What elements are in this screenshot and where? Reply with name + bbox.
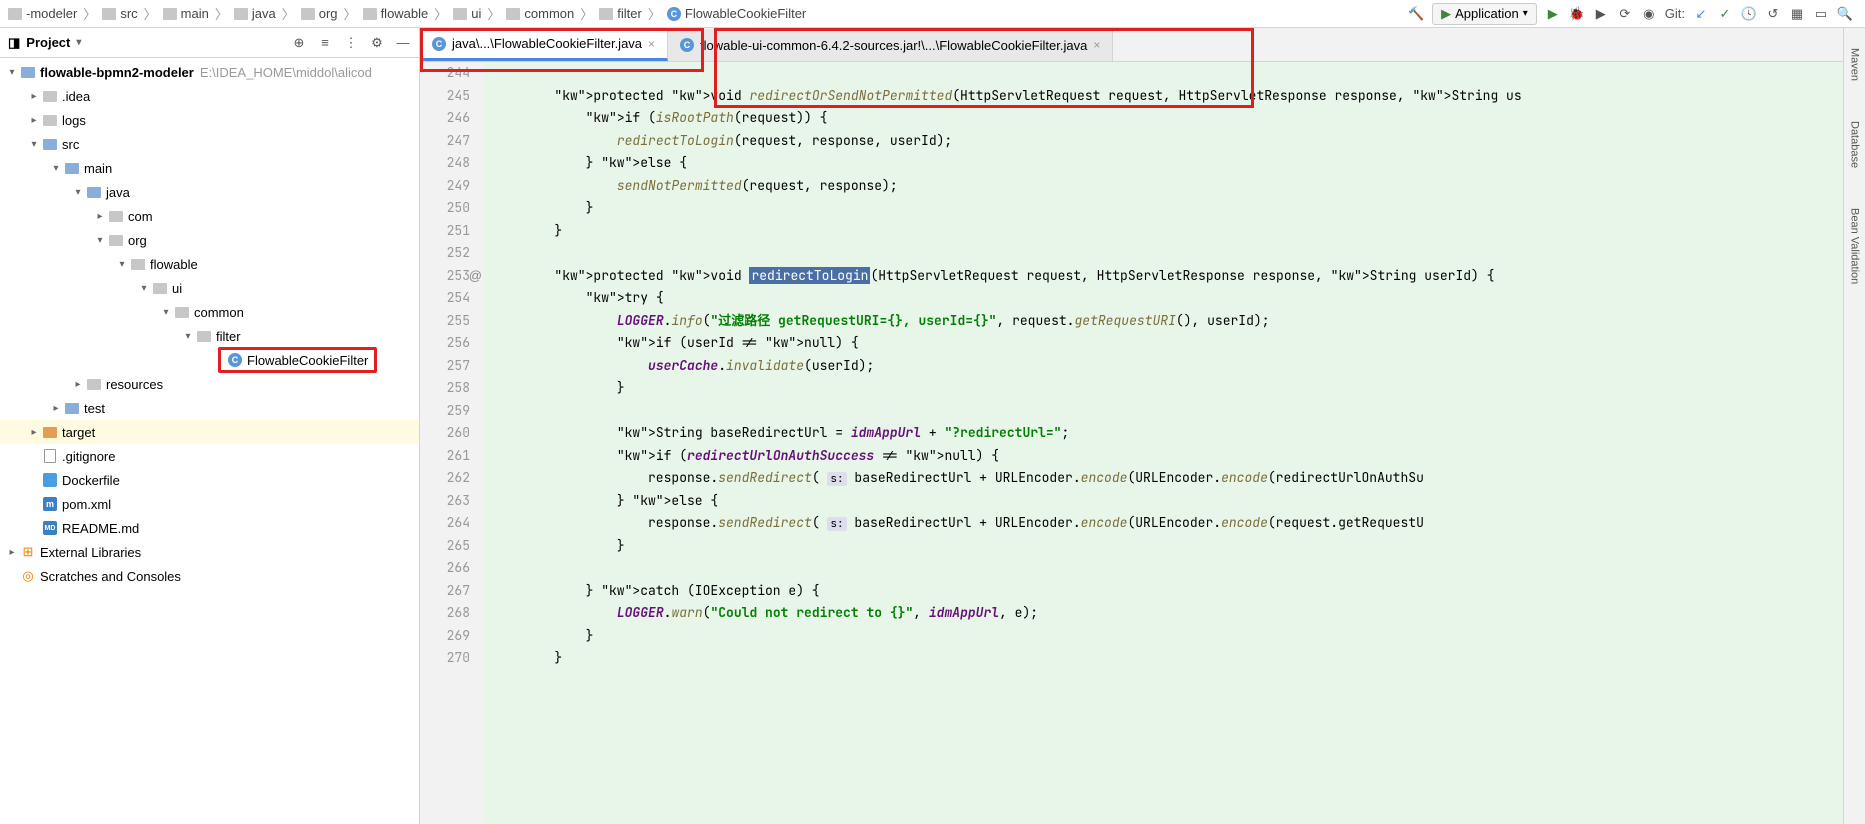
breadcrumb-item[interactable]: org (297, 6, 342, 21)
tree-item[interactable]: ▾common (0, 300, 419, 324)
hide-icon[interactable]: — (395, 35, 411, 51)
editor-tabs: Cjava\...\FlowableCookieFilter.java×Cflo… (420, 28, 1843, 62)
class-icon: C (432, 37, 446, 51)
git-label: Git: (1665, 6, 1685, 21)
git-history-icon[interactable]: 🕓 (1741, 6, 1757, 22)
debug-icon[interactable]: 🐞 (1569, 6, 1585, 22)
breadcrumb-item[interactable]: common (502, 6, 578, 21)
tree-item[interactable]: ▸resources (0, 372, 419, 396)
breadcrumb-item[interactable]: main (159, 6, 213, 21)
tree-item[interactable]: ▾filter (0, 324, 419, 348)
code-content[interactable]: "kw">protected "kw">void redirectOrSendN… (484, 62, 1843, 824)
locate-icon[interactable]: ⊕ (291, 35, 307, 51)
editor-tab[interactable]: Cjava\...\FlowableCookieFilter.java× (420, 29, 668, 61)
git-revert-icon[interactable]: ↺ (1765, 6, 1781, 22)
navigation-bar: -modeler〉src〉main〉java〉org〉flowable〉ui〉c… (0, 0, 1865, 28)
class-icon: C (680, 38, 694, 52)
breadcrumb-item[interactable]: java (230, 6, 280, 21)
profile-icon[interactable]: ◉ (1641, 6, 1657, 22)
tool-window-database[interactable]: Database (1849, 121, 1861, 168)
tree-item[interactable]: ▸target (0, 420, 419, 444)
tree-item[interactable]: ▸test (0, 396, 419, 420)
git-update-icon[interactable]: ↙ (1693, 6, 1709, 22)
tree-item[interactable]: ▾ui (0, 276, 419, 300)
tool-window-bean-validation[interactable]: Bean Validation (1849, 208, 1861, 284)
tree-item[interactable]: .gitignore (0, 444, 419, 468)
tree-item[interactable]: mpom.xml (0, 492, 419, 516)
settings-icon[interactable]: ⚙ (369, 35, 385, 51)
close-icon[interactable]: × (648, 37, 655, 51)
expand-icon[interactable]: ≡ (317, 35, 333, 51)
tree-item[interactable]: ▸logs (0, 108, 419, 132)
tree-item[interactable]: ▸.idea (0, 84, 419, 108)
git-commit-icon[interactable]: ✓ (1717, 6, 1733, 22)
run-config-selector[interactable]: ▶ Application ▾ (1432, 3, 1537, 25)
project-root[interactable]: ▾ flowable-bpmn2-modeler E:\IDEA_HOME\mi… (0, 60, 419, 84)
project-tool-title[interactable]: ◨ Project ▾ (8, 35, 291, 51)
build-icon[interactable]: 🔨 (1408, 6, 1424, 22)
close-icon[interactable]: × (1093, 38, 1100, 52)
project-tree[interactable]: ▾ flowable-bpmn2-modeler E:\IDEA_HOME\mi… (0, 58, 419, 824)
search-icon[interactable]: 🔍 (1837, 6, 1853, 22)
tree-item[interactable]: Dockerfile (0, 468, 419, 492)
tree-item[interactable]: MDREADME.md (0, 516, 419, 540)
stop-icon[interactable]: ⟳ (1617, 6, 1633, 22)
breadcrumb-item[interactable]: ui (449, 6, 485, 21)
tree-item[interactable]: ▾src (0, 132, 419, 156)
right-tool-rail: Maven Database Bean Validation (1843, 28, 1865, 824)
editor-tab[interactable]: Cflowable-ui-common-6.4.2-sources.jar!\.… (668, 29, 1113, 61)
tree-item[interactable]: ▾flowable (0, 252, 419, 276)
tree-item[interactable]: CFlowableCookieFilter (0, 348, 419, 372)
ide-settings-icon[interactable]: ▦ (1789, 6, 1805, 22)
breadcrumb: -modeler〉src〉main〉java〉org〉flowable〉ui〉c… (4, 4, 1408, 23)
tree-item[interactable]: ▸com (0, 204, 419, 228)
breadcrumb-item[interactable]: -modeler (4, 6, 81, 21)
tree-item[interactable]: ▾main (0, 156, 419, 180)
toolbar: 🔨 ▶ Application ▾ ▶ 🐞 ▶ ⟳ ◉ Git: ↙ ✓ 🕓 ↺… (1408, 3, 1861, 25)
collapse-icon[interactable]: ⋮ (343, 35, 359, 51)
external-libraries[interactable]: ▸ ⊞ External Libraries (0, 540, 419, 564)
gutter[interactable]: 244245246247248249250251252@253254255256… (420, 62, 484, 824)
project-panel: ◨ Project ▾ ⊕ ≡ ⋮ ⚙ — ▾ flowable-bpmn2-m… (0, 28, 420, 824)
editor-area: Cjava\...\FlowableCookieFilter.java×Cflo… (420, 28, 1843, 824)
code-editor[interactable]: 244245246247248249250251252@253254255256… (420, 62, 1843, 824)
window-icon[interactable]: ▭ (1813, 6, 1829, 22)
breadcrumb-item[interactable]: CFlowableCookieFilter (663, 6, 810, 21)
scratches-consoles[interactable]: ◎ Scratches and Consoles (0, 564, 419, 588)
breadcrumb-item[interactable]: filter (595, 6, 646, 21)
breadcrumb-item[interactable]: src (98, 6, 141, 21)
coverage-icon[interactable]: ▶ (1593, 6, 1609, 22)
run-icon[interactable]: ▶ (1545, 6, 1561, 22)
project-header: ◨ Project ▾ ⊕ ≡ ⋮ ⚙ — (0, 28, 419, 58)
breadcrumb-item[interactable]: flowable (359, 6, 433, 21)
tool-window-maven[interactable]: Maven (1849, 48, 1861, 81)
tree-item[interactable]: ▾org (0, 228, 419, 252)
tree-item[interactable]: ▾java (0, 180, 419, 204)
